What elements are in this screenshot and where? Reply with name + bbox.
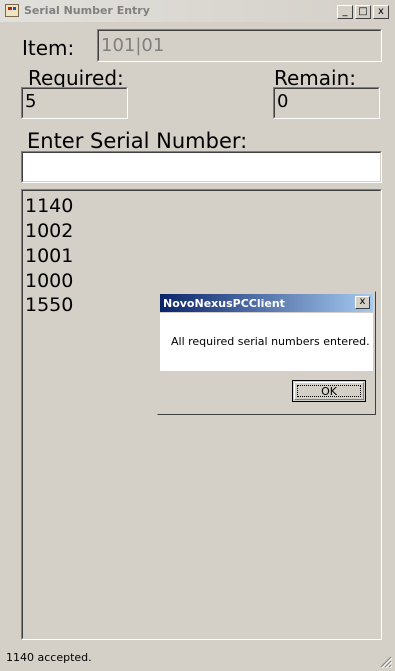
minimize-button[interactable]: _: [337, 5, 353, 19]
item-label: Item:: [22, 36, 75, 60]
dialog-body: All required serial numbers entered.: [160, 313, 373, 371]
item-value: 101|01: [101, 35, 165, 56]
list-item[interactable]: 1002: [25, 220, 73, 242]
maximize-button[interactable]: □: [355, 5, 371, 19]
required-value: 5: [25, 91, 37, 112]
dialog-title-bar[interactable]: NovoNexusPCClient x: [160, 294, 373, 312]
window-title: Serial Number Entry: [24, 4, 150, 17]
app-icon[interactable]: [5, 4, 19, 17]
dialog-close-button[interactable]: x: [355, 296, 370, 309]
serial-entry-window: Serial Number Entry _ □ x Item: 101|01 R…: [0, 0, 395, 671]
required-field[interactable]: 5: [21, 87, 128, 119]
list-item[interactable]: 1000: [25, 270, 73, 292]
close-button[interactable]: x: [373, 5, 389, 19]
remain-field[interactable]: 0: [273, 87, 380, 119]
status-text: 1140 accepted.: [6, 651, 92, 664]
list-item[interactable]: 1140: [25, 195, 73, 217]
serial-label: Enter Serial Number:: [27, 129, 248, 153]
dialog-title: NovoNexusPCClient: [163, 297, 285, 310]
remain-value: 0: [277, 91, 289, 112]
title-bar[interactable]: Serial Number Entry _ □ x: [0, 0, 395, 22]
serial-input[interactable]: [21, 151, 382, 183]
ok-button[interactable]: OK: [292, 380, 366, 402]
dialog-message: All required serial numbers entered.: [171, 335, 370, 348]
ok-button-label: OK: [321, 385, 337, 398]
list-item[interactable]: 1550: [25, 294, 73, 316]
item-field[interactable]: 101|01: [97, 29, 382, 62]
list-item[interactable]: 1001: [25, 245, 73, 267]
message-dialog: NovoNexusPCClient x All required serial …: [157, 291, 376, 415]
resize-grip-icon[interactable]: [380, 656, 392, 668]
